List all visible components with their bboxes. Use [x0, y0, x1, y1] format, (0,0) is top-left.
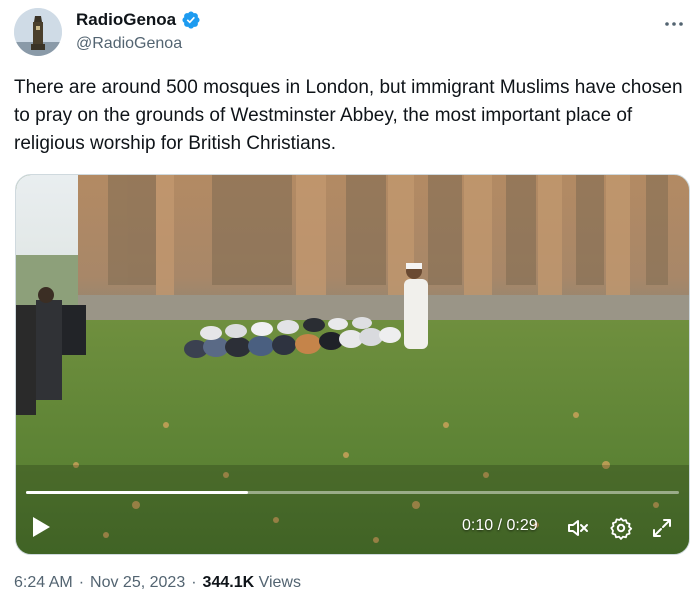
tweet-text: There are around 500 mosques in London, … [14, 77, 683, 154]
views-label: Views [258, 574, 301, 591]
current-time: 0:10 [462, 517, 494, 534]
fullscreen-icon[interactable] [650, 516, 674, 540]
views-count: 344.1K [202, 574, 255, 591]
video-time: 0:10 / 0:29 [462, 517, 538, 535]
verified-badge-icon [182, 11, 200, 29]
tweet-date[interactable]: Nov 25, 2023 [90, 574, 185, 592]
avatar[interactable] [14, 8, 62, 56]
author-handle[interactable]: @RadioGenoa [76, 35, 182, 53]
video-progress-bar[interactable] [26, 491, 679, 494]
author-display-name[interactable]: RadioGenoa [76, 10, 176, 30]
play-icon[interactable] [30, 515, 52, 539]
time-separator: / [493, 517, 507, 534]
video-player[interactable]: 0:10 / 0:29 [15, 174, 690, 555]
tweet-time[interactable]: 6:24 AM [14, 574, 73, 592]
duration: 0:29 [506, 517, 538, 534]
mute-icon[interactable] [566, 516, 590, 540]
video-progress-fill [26, 491, 249, 494]
meta-separator: · [78, 574, 85, 591]
more-options-icon[interactable] [662, 12, 686, 36]
settings-icon[interactable] [609, 516, 633, 540]
meta-separator: · [191, 574, 197, 591]
tweet-header: RadioGenoa @RadioGenoa [14, 8, 686, 58]
tweet-meta: 6:24 AM · Nov 25, 2023 · 344.1K Views [14, 574, 301, 592]
video-frame [16, 175, 689, 554]
